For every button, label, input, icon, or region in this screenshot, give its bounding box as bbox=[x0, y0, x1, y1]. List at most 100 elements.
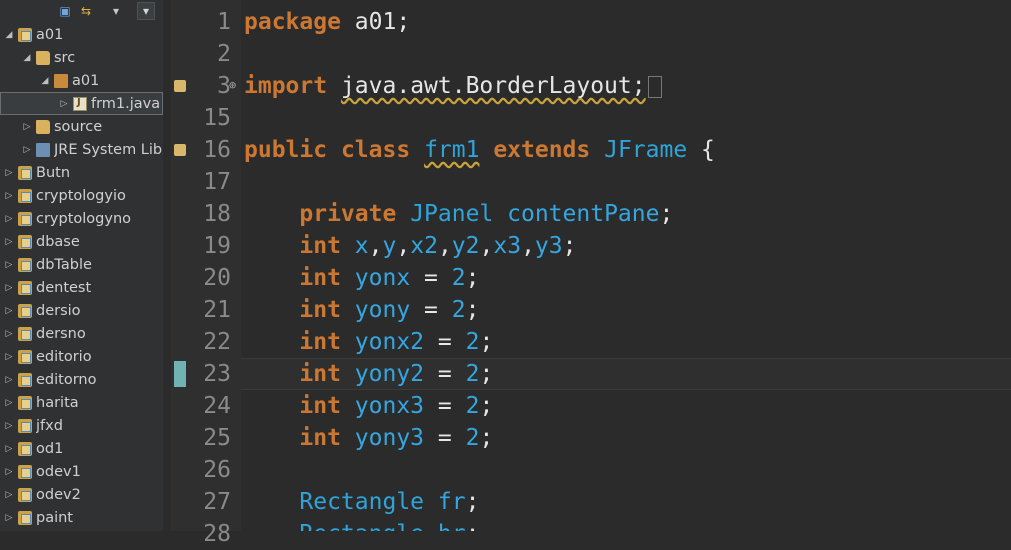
code-line[interactable]: import java.awt.BorderLayout; bbox=[244, 70, 662, 102]
code-token: yony2 bbox=[354, 361, 425, 387]
fold-expand-icon[interactable]: ⊕ bbox=[229, 78, 236, 92]
tree-item-a01[interactable]: ◢ a01 bbox=[0, 23, 163, 46]
tree-item-label: paint bbox=[36, 509, 73, 526]
collapsed-twisty-icon[interactable]: ▷ bbox=[4, 329, 14, 339]
tree-item-label: a01 bbox=[36, 26, 64, 43]
code-token: int bbox=[299, 265, 341, 291]
code-token: 2 bbox=[451, 265, 466, 291]
collapsed-twisty-icon[interactable]: ▷ bbox=[4, 283, 14, 293]
code-token: hr bbox=[438, 521, 466, 531]
java-project-icon bbox=[18, 27, 32, 42]
collapsed-twisty-icon[interactable]: ▷ bbox=[4, 490, 14, 500]
tree-item-dersio[interactable]: ▷ dersio bbox=[0, 299, 163, 322]
code-line[interactable]: public class frm1 extends JFrame { bbox=[244, 134, 715, 166]
collapsed-twisty-icon[interactable]: ▷ bbox=[4, 444, 14, 454]
line-number: 27 bbox=[203, 489, 231, 515]
collapsed-twisty-icon[interactable]: ▷ bbox=[59, 99, 69, 109]
change-marker bbox=[174, 361, 186, 387]
collapsed-twisty-icon[interactable]: ▷ bbox=[4, 191, 14, 201]
code-line[interactable]: int yonx3 = 2; bbox=[244, 390, 493, 422]
code-line[interactable]: package a01; bbox=[244, 6, 410, 38]
tree-item-src[interactable]: ◢ src bbox=[0, 46, 163, 69]
tree-item-butn[interactable]: ▷ Butn bbox=[0, 161, 163, 184]
line-number: 19 bbox=[203, 233, 231, 259]
java-project-icon bbox=[18, 326, 32, 341]
tree-item-odev2[interactable]: ▷ odev2 bbox=[0, 483, 163, 506]
tree-item-dersno[interactable]: ▷ dersno bbox=[0, 322, 163, 345]
code-token: 2 bbox=[451, 297, 466, 323]
expanded-twisty-icon[interactable]: ◢ bbox=[22, 53, 32, 63]
code-token: , bbox=[368, 233, 383, 259]
code-token: yonx bbox=[354, 265, 411, 291]
tree-item-odev1[interactable]: ▷ odev1 bbox=[0, 460, 163, 483]
code-line[interactable]: int yony = 2; bbox=[244, 294, 479, 326]
code-line[interactable]: int x,y,x2,y2,x3,y3; bbox=[244, 230, 576, 262]
view-menu-icon[interactable]: ▾ bbox=[137, 2, 155, 20]
collapsed-twisty-icon[interactable]: ▷ bbox=[4, 214, 14, 224]
tree-item-label: harita bbox=[36, 394, 79, 411]
tree-item-jre-system-libr[interactable]: ▷ JRE System Libr bbox=[0, 138, 163, 161]
line-number: 15 bbox=[203, 105, 231, 131]
warning-annotation-icon[interactable] bbox=[174, 144, 186, 156]
collapsed-twisty-icon[interactable]: ▷ bbox=[4, 398, 14, 408]
expanded-twisty-icon[interactable]: ◢ bbox=[40, 76, 50, 86]
collapsed-twisty-icon[interactable]: ▷ bbox=[4, 375, 14, 385]
tree-item-label: dentest bbox=[36, 279, 92, 296]
tree-item-source[interactable]: ▷ source bbox=[0, 115, 163, 138]
collapsed-twisty-icon[interactable]: ▷ bbox=[4, 421, 14, 431]
collapsed-twisty-icon[interactable]: ▷ bbox=[4, 168, 14, 178]
collapsed-twisty-icon[interactable]: ▷ bbox=[22, 145, 32, 155]
code-token: , bbox=[521, 233, 535, 259]
code-token: ; bbox=[465, 297, 480, 323]
collapsed-twisty-icon[interactable]: ▷ bbox=[4, 513, 14, 523]
tree-item-paint[interactable]: ▷ paint bbox=[0, 506, 163, 529]
code-line[interactable]: Rectangle fr; bbox=[244, 486, 479, 518]
collapsed-twisty-icon[interactable]: ▷ bbox=[4, 237, 14, 247]
tree-item-od1[interactable]: ▷ od1 bbox=[0, 437, 163, 460]
line-number: 25 bbox=[203, 425, 231, 451]
tree-item-frm1-java[interactable]: ▷ frm1.java bbox=[0, 92, 163, 115]
tree-item-dentest[interactable]: ▷ dentest bbox=[0, 276, 163, 299]
code-token: int bbox=[299, 425, 341, 451]
code-token: ; bbox=[479, 361, 494, 387]
code-token: int bbox=[299, 329, 341, 355]
tree-item-cryptologyno[interactable]: ▷ cryptologyno bbox=[0, 207, 163, 230]
warning-annotation-icon[interactable] bbox=[174, 80, 186, 92]
code-line[interactable]: int yony2 = 2; bbox=[244, 358, 493, 390]
collapsed-twisty-icon[interactable]: ▷ bbox=[4, 260, 14, 270]
code-token: ; bbox=[465, 489, 480, 515]
line-number: 21 bbox=[203, 297, 231, 323]
folded-region-box[interactable] bbox=[647, 75, 662, 98]
link-with-editor-icon[interactable]: ⇆ bbox=[77, 2, 95, 20]
code-line[interactable]: int yony3 = 2; bbox=[244, 422, 493, 454]
tree-item-cryptologyio[interactable]: ▷ cryptologyio bbox=[0, 184, 163, 207]
line-number: 17 bbox=[203, 169, 231, 195]
tree-item-harita[interactable]: ▷ harita bbox=[0, 391, 163, 414]
tree-item-a01[interactable]: ◢ a01 bbox=[0, 69, 163, 92]
code-line[interactable]: Rectangle hr; bbox=[244, 518, 479, 531]
code-token: = bbox=[424, 425, 466, 451]
collapsed-twisty-icon[interactable]: ▷ bbox=[4, 352, 14, 362]
code-line[interactable]: private JPanel contentPane; bbox=[244, 198, 673, 230]
tree-item-label: cryptologyio bbox=[36, 187, 126, 204]
tree-item-editorio[interactable]: ▷ editorio bbox=[0, 345, 163, 368]
tree-item-dbase[interactable]: ▷ dbase bbox=[0, 230, 163, 253]
tree-item-label: dersno bbox=[36, 325, 86, 342]
collapse-all-icon[interactable]: ▣ bbox=[56, 2, 74, 20]
collapsed-twisty-icon[interactable]: ▷ bbox=[22, 122, 32, 132]
filter-icon[interactable]: ▾ bbox=[107, 2, 125, 20]
tree-item-jfxd[interactable]: ▷ jfxd bbox=[0, 414, 163, 437]
collapsed-twisty-icon[interactable]: ▷ bbox=[4, 467, 14, 477]
expanded-twisty-icon[interactable]: ◢ bbox=[4, 30, 14, 40]
tree-item-editorno[interactable]: ▷ editorno bbox=[0, 368, 163, 391]
tree-item-dbtable[interactable]: ▷ dbTable bbox=[0, 253, 163, 276]
code-line[interactable]: int yonx = 2; bbox=[244, 262, 479, 294]
code-editor[interactable]: package a01; import java.awt.BorderLayout… bbox=[241, 0, 1011, 531]
collapsed-twisty-icon[interactable]: ▷ bbox=[4, 306, 14, 316]
code-line[interactable]: int yonx2 = 2; bbox=[244, 326, 493, 358]
